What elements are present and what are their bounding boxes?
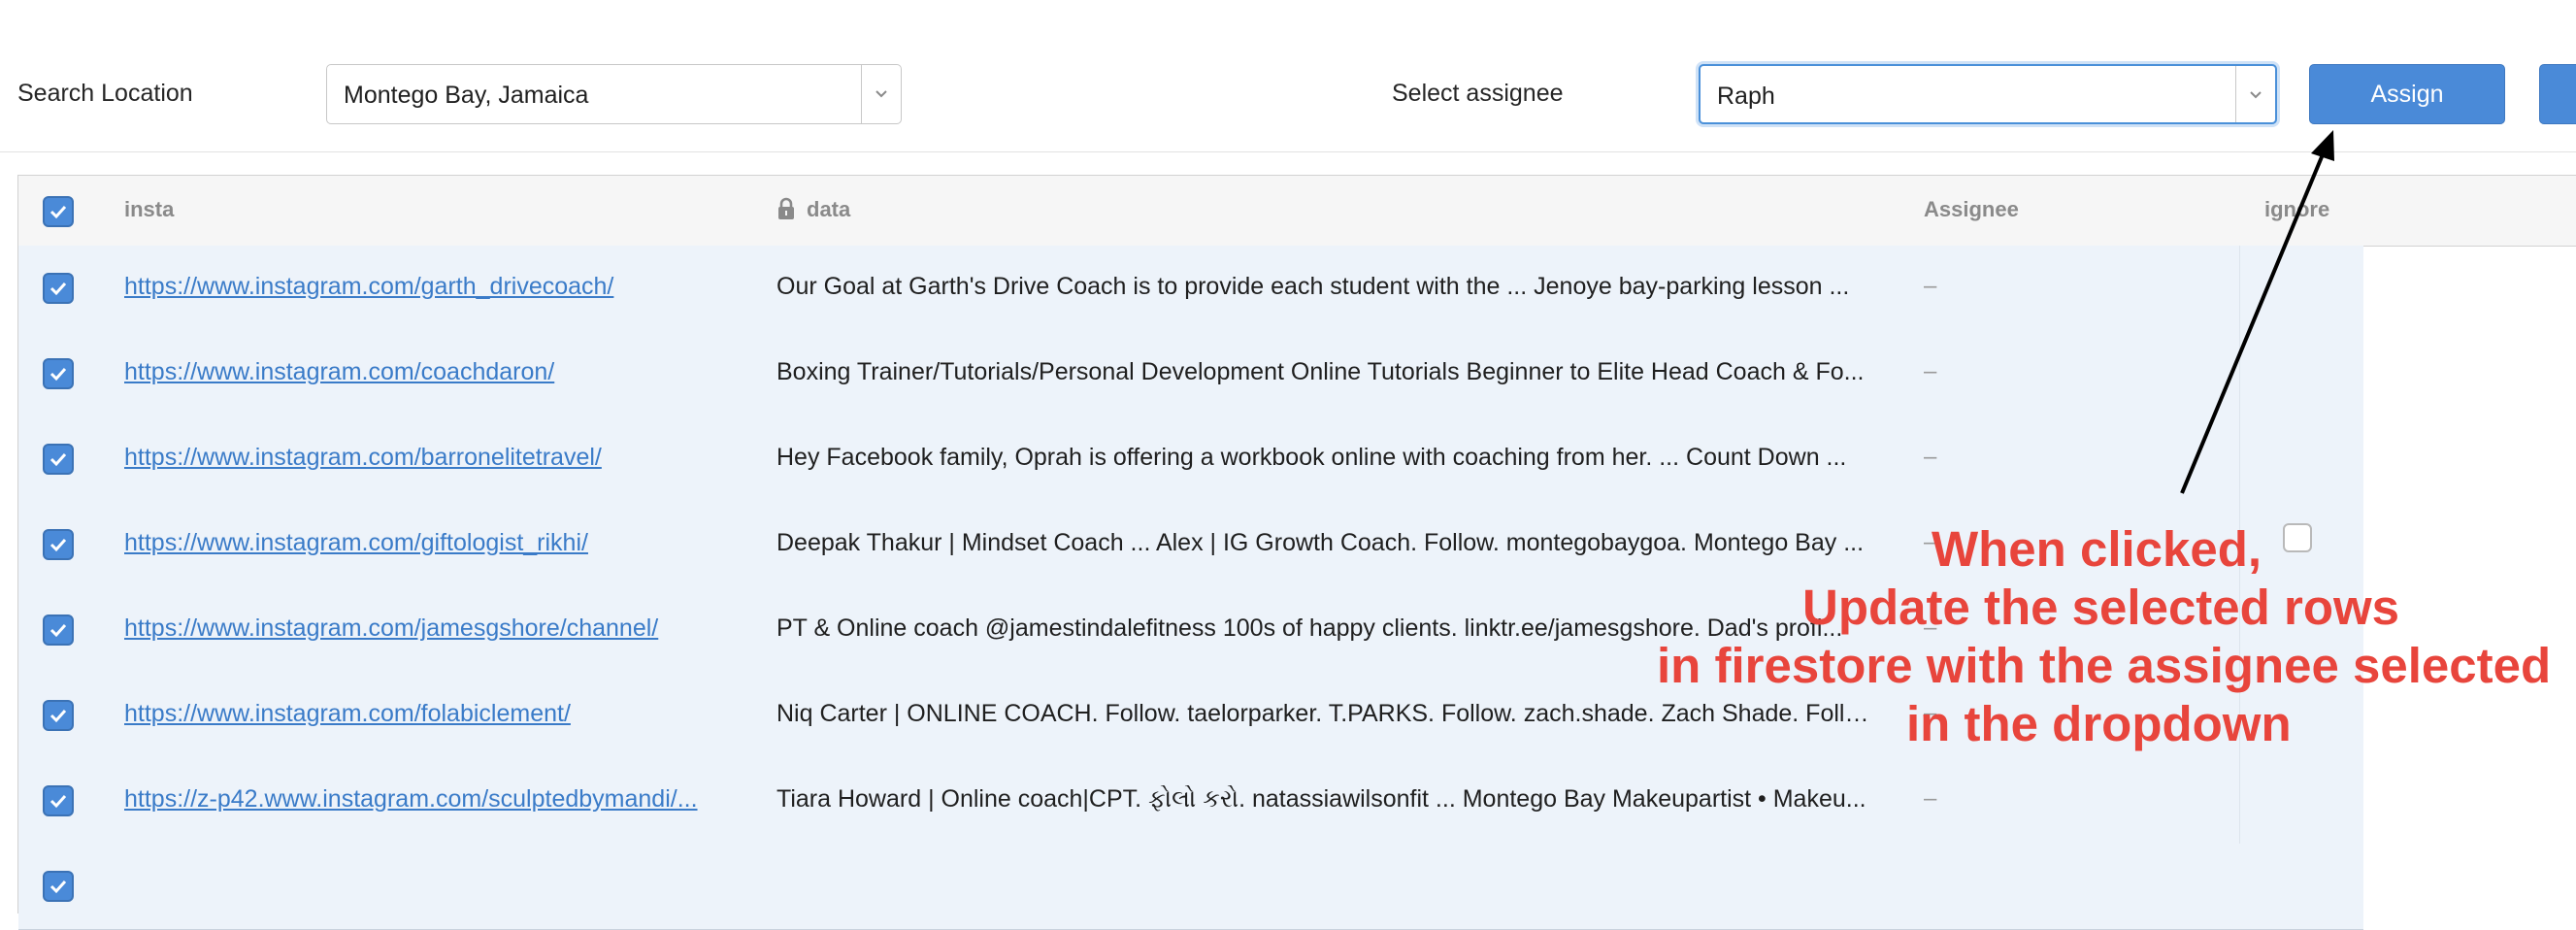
- table-row[interactable]: https://www.instagram.com/coachdaron/ Bo…: [18, 331, 2363, 417]
- location-select[interactable]: Montego Bay, Jamaica: [326, 64, 902, 124]
- insta-link[interactable]: https://www.instagram.com/barronelitetra…: [124, 444, 602, 472]
- row-checkbox[interactable]: [43, 273, 74, 304]
- table-row[interactable]: https://z-p42.www.instagram.com/sculpted…: [18, 758, 2363, 845]
- assignee-cell: –: [1924, 444, 1937, 470]
- select-all-checkbox[interactable]: [43, 196, 74, 227]
- row-checkbox[interactable]: [43, 614, 74, 646]
- data-cell: Deepak Thakur | Mindset Coach ... Alex |…: [776, 529, 1865, 556]
- insta-link[interactable]: https://www.instagram.com/jamesgshore/ch…: [124, 614, 658, 643]
- assignee-cell: –: [1924, 785, 1937, 812]
- insta-link[interactable]: https://z-p42.www.instagram.com/sculpted…: [124, 785, 698, 814]
- ignore-cell: [2239, 758, 2240, 844]
- data-cell: Hey Facebook family, Oprah is offering a…: [776, 444, 1847, 471]
- table-row[interactable]: [18, 844, 2363, 930]
- insta-link[interactable]: https://www.instagram.com/folabiclement/: [124, 700, 571, 728]
- check-icon: [50, 367, 67, 382]
- ignore-checkbox[interactable]: [2283, 523, 2312, 552]
- table-header: insta data Assignee ignore: [18, 176, 2576, 247]
- check-icon: [50, 538, 67, 552]
- annotation-line: Update the selected rows: [1802, 580, 2400, 635]
- annotation-line: in firestore with the assignee selected: [1657, 638, 2552, 693]
- check-icon: [50, 623, 67, 638]
- row-checkbox[interactable]: [43, 358, 74, 389]
- check-icon: [50, 880, 67, 894]
- chevron-down-icon[interactable]: [862, 65, 901, 123]
- insta-link[interactable]: https://www.instagram.com/giftologist_ri…: [124, 529, 588, 557]
- ignore-cell: [2239, 331, 2240, 416]
- annotation-line: When clicked,: [1932, 521, 2262, 577]
- assignee-cell: –: [1924, 358, 1937, 384]
- row-checkbox[interactable]: [43, 529, 74, 560]
- check-icon: [50, 709, 67, 723]
- insta-link[interactable]: https://www.instagram.com/garth_drivecoa…: [124, 273, 613, 301]
- row-checkbox[interactable]: [43, 785, 74, 816]
- search-location-label: Search Location: [17, 80, 193, 107]
- column-header-assignee[interactable]: Assignee: [1924, 197, 2019, 222]
- assign-button[interactable]: Assign: [2309, 64, 2505, 124]
- row-checkbox[interactable]: [43, 871, 74, 902]
- secondary-button[interactable]: [2539, 64, 2576, 124]
- check-icon: [50, 794, 67, 809]
- column-header-data[interactable]: data: [807, 197, 850, 222]
- assignee-cell: –: [1924, 273, 1937, 299]
- table-row[interactable]: https://www.instagram.com/barronelitetra…: [18, 416, 2363, 503]
- assignee-select[interactable]: Raph: [1699, 64, 2277, 124]
- ignore-cell: [2239, 416, 2240, 502]
- column-header-insta[interactable]: insta: [124, 197, 174, 222]
- data-cell: Boxing Trainer/Tutorials/Personal Develo…: [776, 358, 1865, 385]
- chevron-down-icon[interactable]: [2236, 66, 2275, 122]
- check-icon: [50, 282, 67, 296]
- assignee-select-value: Raph: [1717, 83, 1775, 110]
- row-checkbox[interactable]: [43, 700, 74, 731]
- select-assignee-label: Select assignee: [1392, 80, 1564, 107]
- row-checkbox[interactable]: [43, 444, 74, 475]
- annotation-line: in the dropdown: [1906, 696, 2292, 751]
- data-cell: Our Goal at Garth's Drive Coach is to pr…: [776, 273, 1850, 300]
- column-header-ignore[interactable]: ignore: [2264, 197, 2329, 222]
- check-icon: [50, 452, 67, 467]
- lock-icon: [776, 197, 798, 222]
- check-icon: [50, 205, 67, 219]
- data-cell: Tiara Howard | Online coach|CPT. ફોલો કર…: [776, 785, 1866, 813]
- location-select-value: Montego Bay, Jamaica: [344, 82, 589, 109]
- data-cell: Niq Carter | ONLINE COACH. Follow. taelo…: [776, 700, 1873, 727]
- ignore-cell: [2239, 246, 2240, 331]
- insta-link[interactable]: https://www.instagram.com/coachdaron/: [124, 358, 554, 386]
- table-row[interactable]: https://www.instagram.com/garth_drivecoa…: [18, 246, 2363, 332]
